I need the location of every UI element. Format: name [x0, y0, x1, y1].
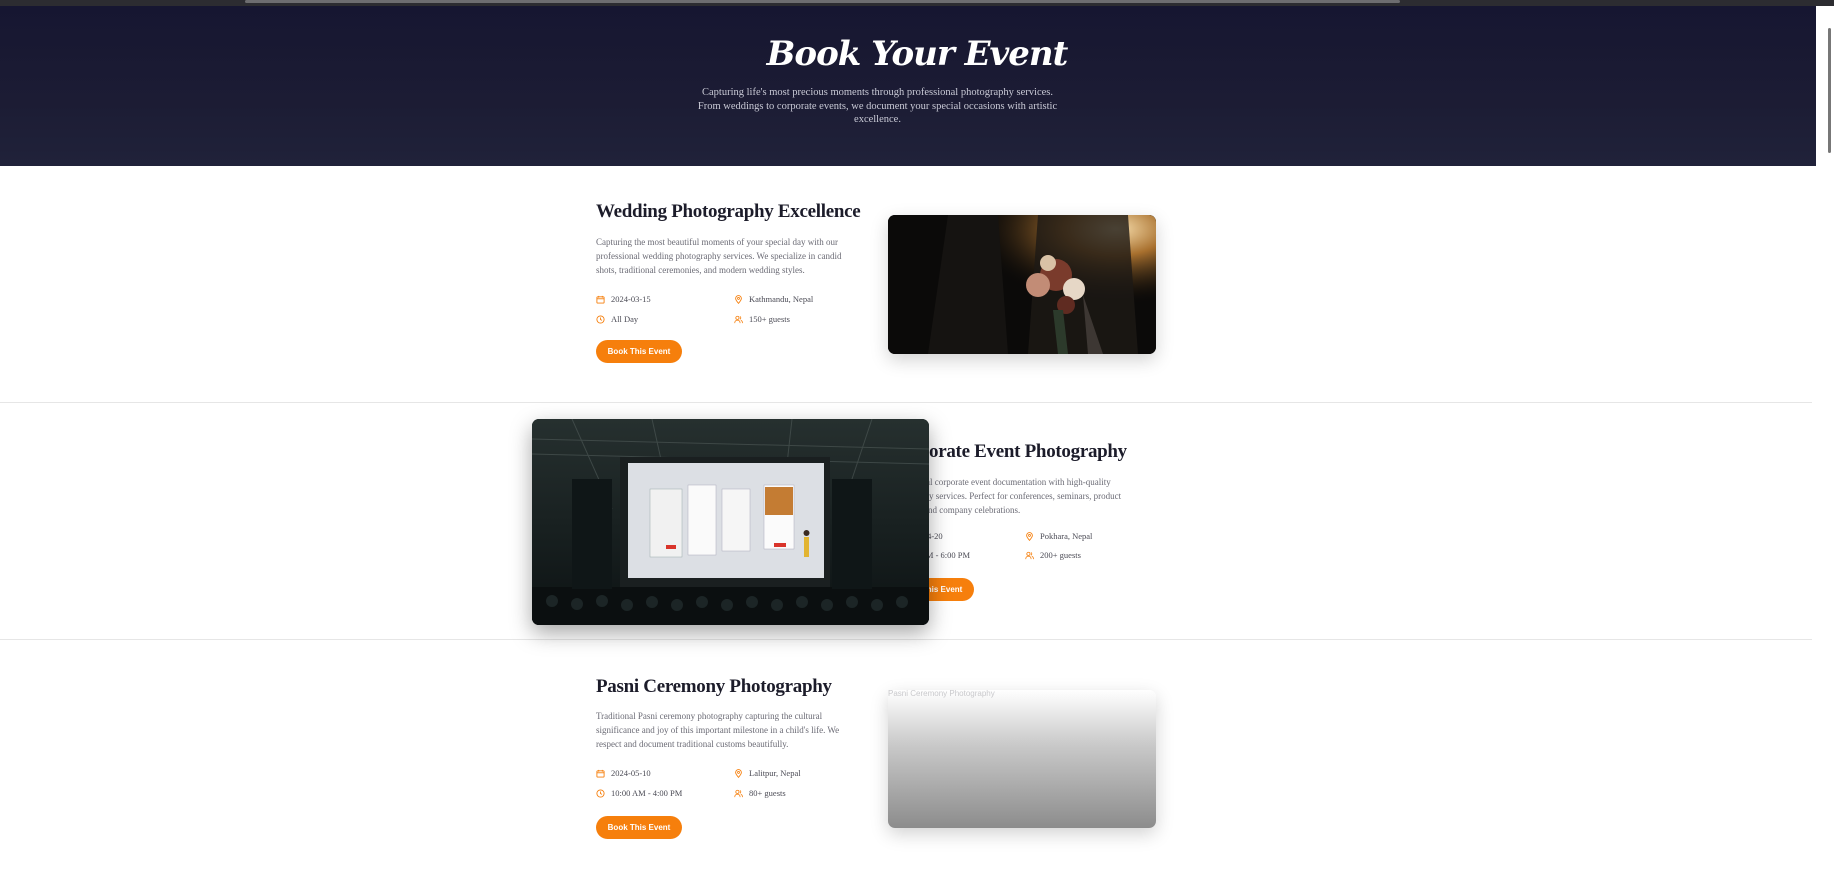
event-location-text: Kathmandu, Nepal [749, 294, 814, 304]
scrollbar-thumb[interactable] [1828, 28, 1831, 153]
event-location: Kathmandu, Nepal [734, 294, 813, 304]
event-date: 2024-03-15 [596, 294, 651, 304]
browser-tab-track [245, 0, 1400, 3]
event-section-corporate: Corporate Event Photography Professional… [0, 403, 1812, 639]
event-time-text: 10:00 AM - 4:00 PM [611, 788, 683, 798]
event-date-text: 2024-03-15 [611, 294, 651, 304]
event-guests-text: 80+ guests [749, 788, 786, 798]
event-guests-text: 150+ guests [749, 314, 790, 324]
map-pin-icon [1026, 531, 1033, 541]
calendar-icon [596, 769, 605, 778]
event-time-text: All Day [611, 314, 639, 324]
event-section-wedding: Wedding Photography Excellence Capturing… [0, 166, 1812, 402]
pasni-photo-placeholder [888, 690, 1156, 828]
hero-banner: Book Your Event Capturing life's most pr… [0, 6, 1834, 166]
book-event-button[interactable]: Book This Event [596, 816, 682, 839]
page-title: Book Your Event [766, 34, 1069, 74]
clock-icon [596, 788, 605, 798]
users-icon [734, 315, 743, 323]
scrollbar[interactable] [1816, 6, 1834, 893]
event-time: 10:00 AM - 4:00 PM [596, 788, 682, 798]
event-guests: 150+ guests [734, 314, 790, 324]
event-title: Wedding Photography Excellence [596, 201, 861, 222]
event-guests: 200+ guests [1025, 550, 1081, 560]
event-title: Pasni Ceremony Photography [596, 676, 832, 697]
broken-image-alt-text: Pasni Ceremony Photography [888, 689, 995, 698]
calendar-icon [596, 295, 605, 304]
event-date: 2024-05-10 [596, 768, 651, 778]
event-section-pasni: Pasni Ceremony Photography Traditional P… [0, 640, 1812, 893]
users-icon [1025, 551, 1034, 559]
event-location-text: Pokhara, Nepal [1040, 531, 1093, 541]
event-description: Capturing the most beautiful moments of … [596, 237, 842, 275]
hero-subtitle: Capturing life's most precious moments t… [697, 87, 1058, 125]
clock-icon [596, 314, 605, 324]
event-description: Traditional Pasni ceremony photography c… [596, 711, 840, 749]
corporate-photo [532, 419, 929, 625]
map-pin-icon [735, 768, 742, 778]
wedding-photo [888, 215, 1156, 354]
event-location: Pokhara, Nepal [1025, 531, 1092, 541]
wedding-bouquet-image [888, 215, 1156, 354]
map-pin-icon [735, 294, 742, 304]
event-date-text: 2024-05-10 [611, 768, 651, 778]
book-event-button[interactable]: Book This Event [596, 340, 682, 363]
event-time: All Day [596, 314, 638, 324]
users-icon [734, 789, 743, 797]
conference-stage-image [532, 419, 929, 625]
event-location-text: Lalitpur, Nepal [749, 768, 801, 778]
event-location: Lalitpur, Nepal [734, 768, 801, 778]
event-guests: 80+ guests [734, 788, 786, 798]
event-guests-text: 200+ guests [1040, 550, 1081, 560]
